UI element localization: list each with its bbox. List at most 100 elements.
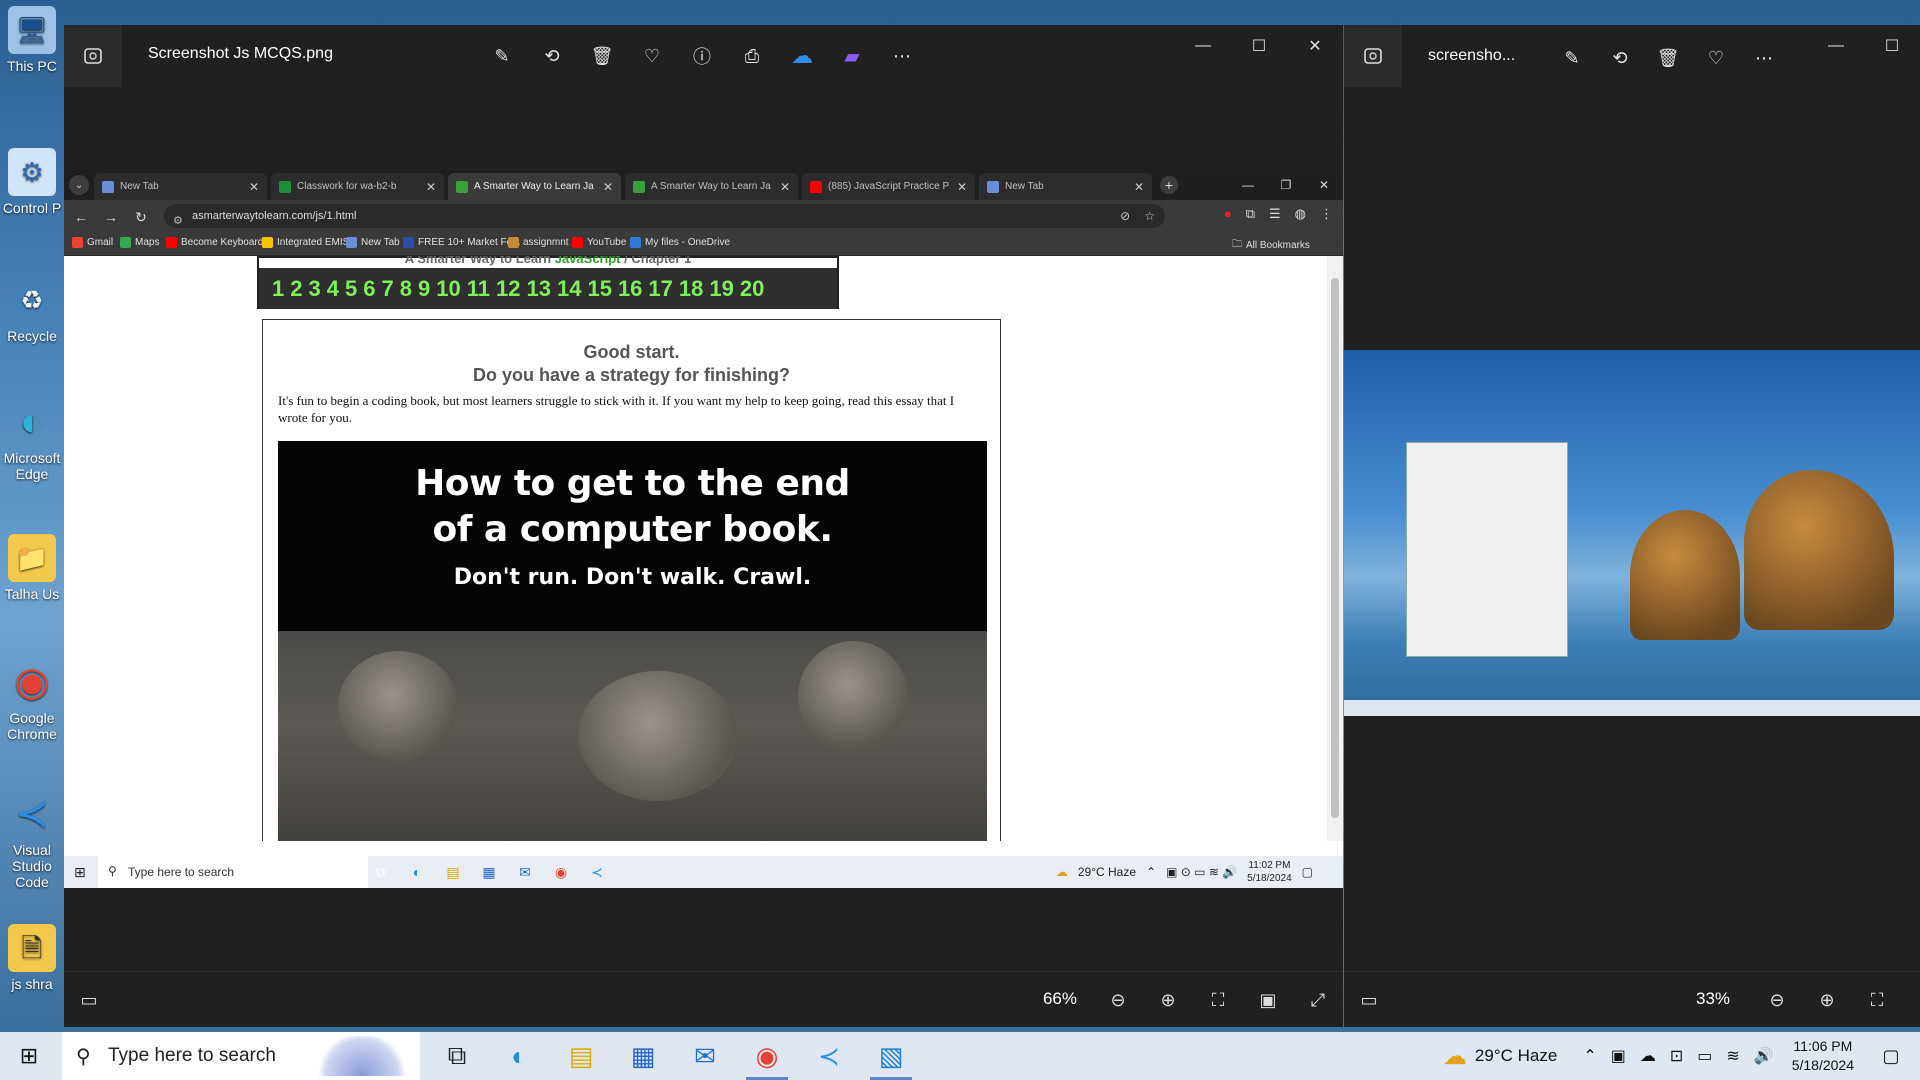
chapter-link[interactable]: 19 <box>706 276 736 302</box>
favorite-icon[interactable]: ♡ <box>1698 41 1734 75</box>
bookmark-item[interactable]: Maps <box>120 237 159 248</box>
zoom-level[interactable]: 66% <box>1043 989 1077 1009</box>
back-icon[interactable]: ← <box>70 206 92 228</box>
defender-icon[interactable]: ⊡ <box>1670 1046 1683 1066</box>
browser-tab[interactable]: Classwork for wa-b2-b ✕ <box>271 173 444 200</box>
forward-icon[interactable]: → <box>100 206 122 228</box>
favorite-icon[interactable]: ♡ <box>634 39 670 73</box>
desktop-icon-recycle-bin[interactable]: ♻ Recycle <box>0 276 64 344</box>
zoom-level[interactable]: 33% <box>1696 989 1730 1009</box>
tray-icons[interactable]: ▣ ⊙ ▭ ≋ 🔊 <box>1166 865 1237 879</box>
zoom-in-icon[interactable]: ⊕ <box>1151 984 1185 1016</box>
windows-start-icon[interactable]: ⊞ <box>74 864 86 881</box>
weather-widget[interactable]: ☁ 29°C Haze <box>1443 1042 1557 1071</box>
chrome-icon[interactable]: ◉ <box>550 860 572 884</box>
minimize-icon[interactable]: — <box>1175 25 1231 67</box>
all-bookmarks[interactable]: 🗀 All Bookmarks <box>1232 237 1310 254</box>
maximize-icon[interactable]: ☐ <box>1864 25 1920 67</box>
taskbar-clock[interactable]: 11:06 PM 5/18/2024 <box>1792 1037 1854 1075</box>
edge-icon[interactable]: ◐ <box>406 860 428 884</box>
bookmark-item[interactable]: Gmail <box>72 237 113 248</box>
profile-avatar-icon[interactable]: ◍ <box>1295 206 1306 222</box>
close-icon[interactable]: ✕ <box>1287 25 1343 67</box>
close-icon[interactable]: ✕ <box>957 180 967 194</box>
close-icon[interactable]: ✕ <box>1305 170 1343 200</box>
menu-kebab-icon[interactable]: ⋮ <box>1320 206 1333 222</box>
fullscreen-icon[interactable]: ⤢ <box>1301 984 1335 1016</box>
bookmark-item[interactable]: assignmnt <box>508 237 569 248</box>
chevron-up-icon[interactable]: ⌃ <box>1583 1046 1596 1066</box>
fit-to-window-icon[interactable]: ⛶ <box>1860 984 1894 1016</box>
desktop-icon-user-folder[interactable]: 📁 Talha Us <box>0 534 64 602</box>
actual-size-icon[interactable]: ▣ <box>1251 984 1285 1016</box>
desktop-icon-chrome[interactable]: ◉ Google Chrome <box>0 658 64 742</box>
reading-list-icon[interactable]: ☰ <box>1269 206 1281 222</box>
chrome-icon[interactable]: ◉ <box>736 1032 798 1080</box>
chapter-link[interactable]: 4 <box>324 276 342 302</box>
desktop-icon-this-pc[interactable]: 🖥 This PC <box>0 6 64 74</box>
bookmark-item[interactable]: FREE 10+ Market Fe... <box>403 237 521 248</box>
bookmark-item[interactable]: Become Keyboard... <box>166 237 272 248</box>
edit-icon[interactable]: ✎ <box>484 39 520 73</box>
bookmark-item[interactable]: New Tab <box>346 237 400 248</box>
chapter-link[interactable]: 17 <box>645 276 675 302</box>
site-info-icon[interactable]: ⚙ <box>173 209 183 233</box>
browser-tab[interactable]: New Tab ✕ <box>979 173 1152 200</box>
chapter-link[interactable]: 16 <box>615 276 645 302</box>
chapter-link[interactable]: 9 <box>415 276 433 302</box>
desktop-icon-control-panel[interactable]: ⚙ Control P <box>0 148 64 216</box>
chapter-link[interactable]: 14 <box>554 276 584 302</box>
store-icon[interactable]: ▦ <box>478 860 500 884</box>
reload-icon[interactable]: ↻ <box>130 206 152 228</box>
close-icon[interactable]: ✕ <box>603 180 613 194</box>
more-icon[interactable]: ⋯ <box>884 39 920 73</box>
chapter-link[interactable]: 2 <box>287 276 305 302</box>
store-icon[interactable]: ▦ <box>612 1032 674 1080</box>
new-tab-icon[interactable]: + <box>1160 176 1178 194</box>
desktop-icon-js-shortcut[interactable]: 🗎 js shra <box>0 924 64 992</box>
desktop-icon-vscode[interactable]: ≺ Visual Studio Code <box>0 790 64 890</box>
zoom-in-icon[interactable]: ⊕ <box>1810 984 1844 1016</box>
volume-icon[interactable]: 🔊 <box>1754 1046 1774 1066</box>
inner-search-box[interactable]: ⚲ Type here to search <box>98 856 368 888</box>
chapter-link[interactable]: 3 <box>306 276 324 302</box>
rotate-icon[interactable]: ⟲ <box>534 39 570 73</box>
photos-app-icon[interactable] <box>64 25 122 87</box>
tab-search-icon[interactable]: ⌄ <box>69 175 89 195</box>
chapter-link[interactable]: 11 <box>464 276 493 302</box>
restore-icon[interactable]: ❐ <box>1267 170 1305 200</box>
delete-icon[interactable]: 🗑 <box>1650 41 1686 75</box>
filmstrip-icon[interactable]: ▭ <box>72 984 106 1016</box>
chapter-link[interactable]: 6 <box>360 276 378 302</box>
vscode-icon[interactable]: ≺ <box>586 860 608 884</box>
photos-icon[interactable]: ▧ <box>860 1032 922 1080</box>
inner-clock[interactable]: 11:02 PM 5/18/2024 <box>1247 859 1292 885</box>
bookmark-star-icon[interactable]: ☆ <box>1144 204 1155 228</box>
chapter-link[interactable]: 15 <box>584 276 614 302</box>
taskbar-search-box[interactable]: ⚲ Type here to search <box>62 1032 420 1080</box>
chapter-link[interactable]: 12 <box>493 276 523 302</box>
wifi-icon[interactable]: ≋ <box>1726 1046 1739 1066</box>
onedrive-icon[interactable]: ☁ <box>784 39 820 73</box>
browser-tab[interactable]: A Smarter Way to Learn Ja ✕ <box>625 173 798 200</box>
chapter-link[interactable]: 18 <box>676 276 706 302</box>
weather-text[interactable]: 29°C Haze <box>1078 865 1136 879</box>
bookmark-item[interactable]: My files - OneDrive <box>630 237 730 248</box>
vscode-icon[interactable]: ≺ <box>798 1032 860 1080</box>
close-icon[interactable]: ✕ <box>426 180 436 194</box>
zoom-out-icon[interactable]: ⊖ <box>1101 984 1135 1016</box>
notification-icon[interactable]: ▢ <box>1876 1046 1906 1067</box>
zoom-out-icon[interactable]: ⊖ <box>1760 984 1794 1016</box>
chapter-link[interactable]: 5 <box>342 276 360 302</box>
mail-icon[interactable]: ✉ <box>674 1032 736 1080</box>
page-scrollbar[interactable] <box>1327 256 1343 841</box>
file-explorer-icon[interactable]: ▤ <box>442 860 464 884</box>
fit-to-window-icon[interactable]: ⛶ <box>1201 984 1235 1016</box>
bookmark-item[interactable]: Integrated EMIS <box>262 237 349 248</box>
print-icon[interactable]: ⎙ <box>734 39 770 73</box>
windows-start-icon[interactable]: ⊞ <box>0 1032 58 1080</box>
close-icon[interactable]: ✕ <box>1134 180 1144 194</box>
scrollbar-thumb[interactable] <box>1331 278 1339 818</box>
file-explorer-icon[interactable]: ▤ <box>550 1032 612 1080</box>
essay-banner-image[interactable]: How to get to the end of a computer book… <box>278 441 987 841</box>
